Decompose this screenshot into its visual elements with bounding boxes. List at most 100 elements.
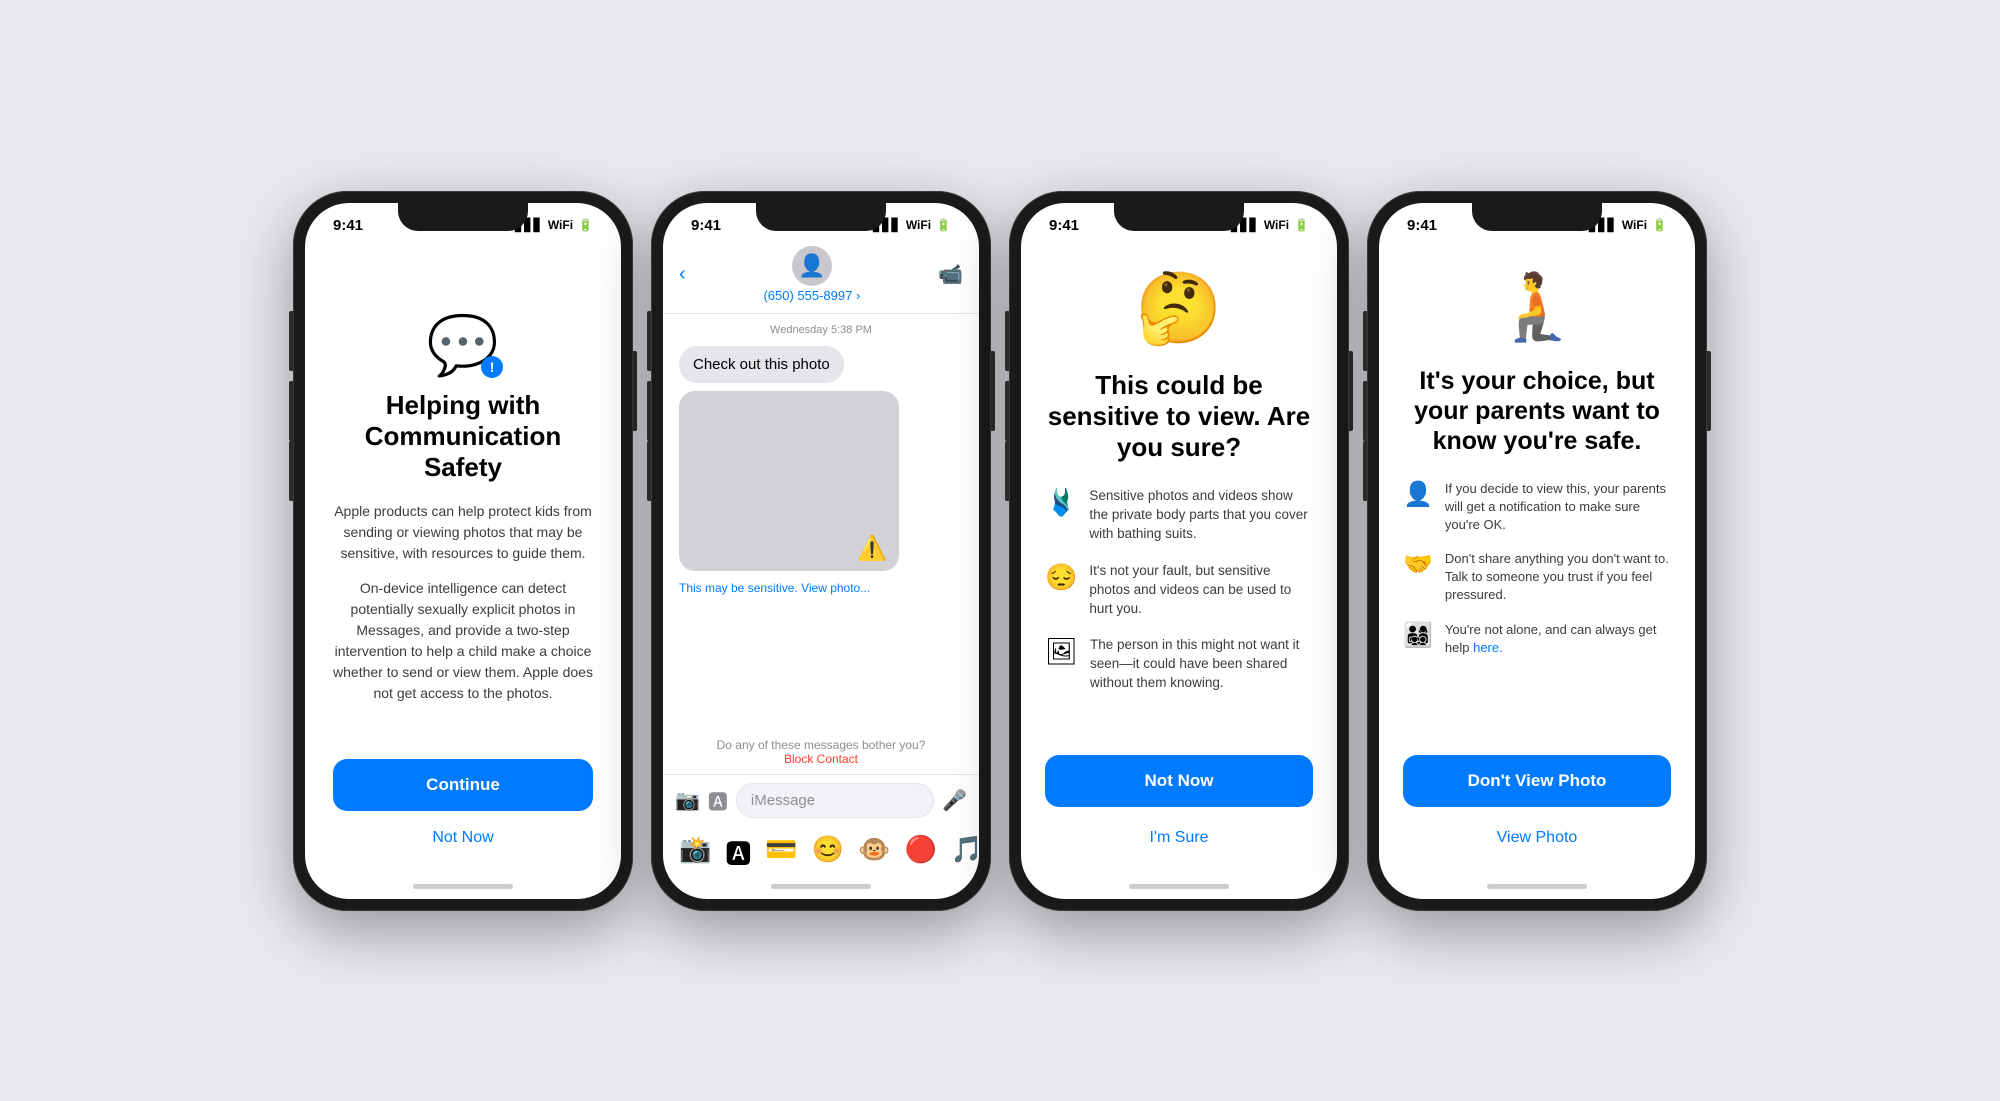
contact-info: 👤 (650) 555-8997 › (763, 246, 860, 303)
contact-number[interactable]: (650) 555-8997 › (763, 288, 860, 303)
not-now-button-1[interactable]: Not Now (424, 821, 501, 855)
home-indicator-4 (1379, 875, 1695, 899)
status-icons-1: ▋▋▋ WiFi 🔋 (515, 218, 593, 232)
video-call-icon[interactable]: 📹 (938, 262, 963, 287)
home-indicator-3 (1021, 875, 1337, 899)
parent-text-1: If you decide to view this, your parents… (1445, 480, 1671, 535)
notch-3 (1114, 203, 1244, 231)
wifi-icon-2: WiFi (906, 218, 931, 232)
messages-header: ‹ 👤 (650) 555-8997 › 📹 (663, 238, 979, 314)
imessage-input[interactable]: iMessage (736, 783, 934, 818)
family-icon: 👨‍👩‍👧‍👦 (1403, 621, 1433, 650)
phone-2: 9:41 ▋▋▋ WiFi 🔋 ‹ 👤 (650) 555-8997 › 📹 W… (651, 191, 991, 911)
home-bar-3 (1129, 884, 1229, 889)
parent-content: 🧎 It's your choice, but your parents wan… (1379, 238, 1695, 875)
animoji-icon[interactable]: 🐵 (858, 834, 890, 871)
music-icon[interactable]: 🎵 (951, 834, 979, 871)
phones-container: 9:41 ▋▋▋ WiFi 🔋 💬 ! Helping with Communi… (20, 191, 1980, 911)
sensitive-note: This may be sensitive. View photo... (679, 581, 963, 595)
parent-emoji: 🧎 (1496, 268, 1578, 346)
applepay-icon[interactable]: 💳 (765, 834, 797, 871)
comm-safety-icon: 💬 ! (427, 312, 499, 380)
warning-title: This could be sensitive to view. Are you… (1045, 370, 1313, 464)
app-store-icon[interactable]: 🅰 (708, 786, 728, 815)
voice-icon[interactable]: 🎤 (942, 788, 967, 813)
not-now-button-3[interactable]: Not Now (1045, 755, 1313, 807)
message-image: ⚠️ (679, 391, 899, 571)
status-time-1: 9:41 (333, 217, 363, 234)
sad-face-icon: 😔 (1045, 562, 1077, 593)
app-shortcuts-row: 📸 🅰 💳 😊 🐵 🔴 🎵 (663, 826, 979, 875)
status-time-4: 9:41 (1407, 217, 1437, 234)
home-indicator-1 (305, 875, 621, 899)
im-sure-button[interactable]: I'm Sure (1141, 821, 1216, 855)
view-photo-link[interactable]: View photo... (801, 581, 870, 595)
appstore-shortcut-icon[interactable]: 🅰 (725, 834, 751, 871)
phone-3: 9:41 ▋▋▋ WiFi 🔋 🤔 This could be sensitiv… (1009, 191, 1349, 911)
home-indicator-2 (663, 875, 979, 899)
wifi-icon-4: WiFi (1622, 218, 1647, 232)
warning-items: 🩱 Sensitive photos and videos show the p… (1045, 487, 1313, 693)
sensitive-overlay-icon: ⚠️ (857, 534, 887, 563)
warning-text-1: Sensitive photos and videos show the pri… (1089, 487, 1313, 544)
battery-icon-4: 🔋 (1652, 218, 1667, 232)
memoji-icon[interactable]: 😊 (812, 834, 844, 871)
phone-1: 9:41 ▋▋▋ WiFi 🔋 💬 ! Helping with Communi… (293, 191, 633, 911)
red-icon[interactable]: 🔴 (905, 834, 937, 871)
notification-icon: 👤 (1403, 480, 1433, 509)
messages-input-bar: 📷 🅰 iMessage 🎤 (663, 774, 979, 826)
phone1-desc1: Apple products can help protect kids fro… (333, 501, 593, 564)
status-time-3: 9:41 (1049, 217, 1079, 234)
status-icons-3: ▋▋▋ WiFi 🔋 (1231, 218, 1309, 232)
message-bubble: Check out this photo (679, 346, 844, 383)
bathing-suit-icon: 🩱 (1045, 487, 1077, 518)
home-bar-1 (413, 884, 513, 889)
phone-4: 9:41 ▋▋▋ WiFi 🔋 🧎 It's your choice, but … (1367, 191, 1707, 911)
trust-icon: 🤝 (1403, 550, 1433, 579)
continue-button[interactable]: Continue (333, 759, 593, 811)
battery-icon-1: 🔋 (578, 218, 593, 232)
phone1-buttons: Continue Not Now (333, 749, 593, 855)
warning-item-3: 🖼 The person in this might not want it s… (1045, 636, 1313, 693)
battery-icon-3: 🔋 (1294, 218, 1309, 232)
wifi-icon-3: WiFi (1264, 218, 1289, 232)
dont-view-button[interactable]: Don't View Photo (1403, 755, 1671, 807)
home-bar-4 (1487, 884, 1587, 889)
parent-item-1: 👤 If you decide to view this, your paren… (1403, 480, 1671, 535)
warning-text-3: The person in this might not want it see… (1090, 636, 1313, 693)
camera-icon[interactable]: 📷 (675, 788, 700, 813)
warning-item-2: 😔 It's not your fault, but sensitive pho… (1045, 562, 1313, 619)
messages-body: Wednesday 5:38 PM Check out this photo ⚠… (663, 314, 979, 730)
status-icons-2: ▋▋▋ WiFi 🔋 (873, 218, 951, 232)
photos-app-icon[interactable]: 📸 (679, 834, 711, 871)
wifi-icon-1: WiFi (548, 218, 573, 232)
home-bar-2 (771, 884, 871, 889)
phone1-title: Helping with Communication Safety (333, 390, 593, 484)
notch-4 (1472, 203, 1602, 231)
status-icons-4: ▋▋▋ WiFi 🔋 (1589, 218, 1667, 232)
phone1-desc2: On-device intelligence can detect potent… (333, 578, 593, 704)
warning-item-1: 🩱 Sensitive photos and videos show the p… (1045, 487, 1313, 544)
battery-icon-2: 🔋 (936, 218, 951, 232)
block-contact-link[interactable]: Block Contact (784, 752, 858, 766)
phone1-content: 💬 ! Helping with Communication Safety Ap… (305, 238, 621, 875)
parent-buttons: Don't View Photo View Photo (1403, 745, 1671, 855)
parent-item-2: 🤝 Don't share anything you don't want to… (1403, 550, 1671, 605)
back-button[interactable]: ‹ (679, 263, 686, 286)
status-time-2: 9:41 (691, 217, 721, 234)
exclaim-badge: ! (481, 356, 503, 378)
help-link[interactable]: here. (1473, 640, 1503, 655)
thinking-emoji: 🤔 (1135, 268, 1222, 350)
view-photo-button[interactable]: View Photo (1489, 821, 1586, 855)
warning-buttons: Not Now I'm Sure (1045, 745, 1313, 855)
message-date: Wednesday 5:38 PM (679, 324, 963, 336)
warning-content: 🤔 This could be sensitive to view. Are y… (1021, 238, 1337, 875)
parent-title: It's your choice, but your parents want … (1403, 366, 1671, 456)
parent-text-3: You're not alone, and can always get hel… (1445, 621, 1671, 657)
parent-item-3: 👨‍👩‍👧‍👦 You're not alone, and can always… (1403, 621, 1671, 657)
warning-text-2: It's not your fault, but sensitive photo… (1089, 562, 1313, 619)
parent-items: 👤 If you decide to view this, your paren… (1403, 480, 1671, 658)
notch-2 (756, 203, 886, 231)
photo-frame-icon: 🖼 (1045, 636, 1078, 667)
parent-text-2: Don't share anything you don't want to. … (1445, 550, 1671, 605)
